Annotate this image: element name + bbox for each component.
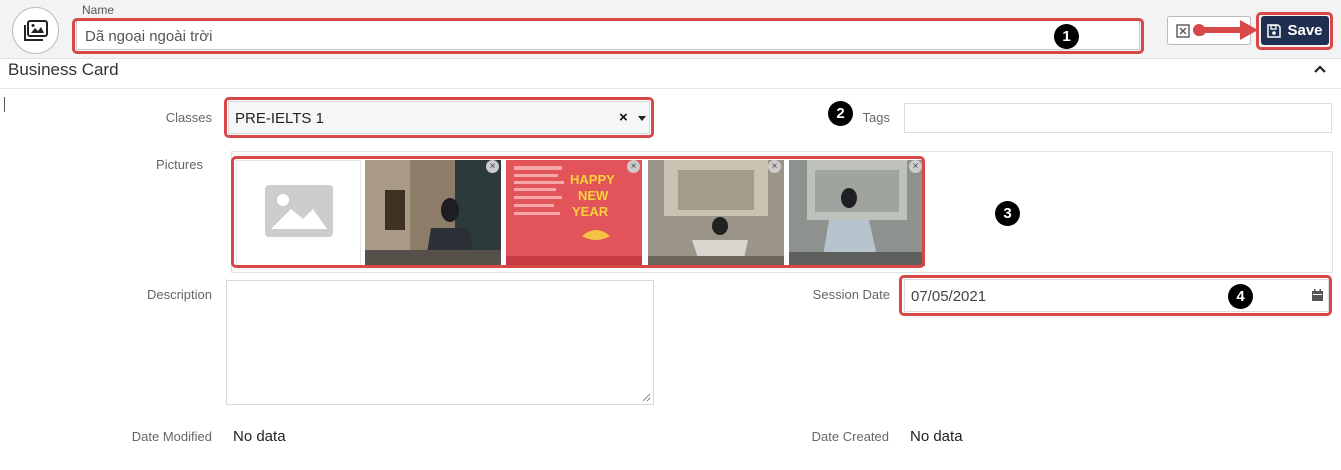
description-label: Description (146, 287, 212, 302)
section-title: Business Card (8, 60, 119, 79)
name-label: Name (82, 3, 115, 17)
text-cursor-icon (4, 97, 6, 112)
date-created-label: Date Created (811, 429, 889, 444)
arrow-to-save-icon (1193, 20, 1258, 40)
pictures-label: Pictures (156, 157, 203, 172)
close-box-icon (1176, 23, 1190, 38)
image-gallery-icon (23, 19, 48, 41)
highlight-save (1256, 12, 1333, 50)
highlight-session-date (899, 275, 1332, 316)
classes-label: Classes (165, 110, 212, 125)
date-modified-label: Date Modified (131, 429, 212, 444)
highlight-classes (224, 97, 654, 138)
section-divider (0, 88, 1341, 89)
description-textarea[interactable] (226, 280, 654, 405)
annotation-marker-4: 4 (1228, 284, 1253, 309)
annotation-marker-2: 2 (828, 101, 853, 126)
highlight-pictures (231, 156, 925, 268)
annotation-marker-3: 3 (995, 201, 1020, 226)
tags-input[interactable] (904, 103, 1332, 133)
resize-handle-icon[interactable] (641, 392, 651, 402)
page: Name Dã ngoại ngoài trời D Save Business… (0, 0, 1341, 470)
highlight-name (72, 18, 1144, 54)
session-date-label: Session Date (812, 287, 890, 302)
record-image-avatar[interactable] (12, 7, 59, 54)
annotation-marker-1: 1 (1054, 24, 1079, 49)
chevron-up-icon[interactable] (1313, 60, 1327, 78)
date-modified-value: No data (233, 428, 286, 445)
date-created-value: No data (910, 428, 963, 445)
